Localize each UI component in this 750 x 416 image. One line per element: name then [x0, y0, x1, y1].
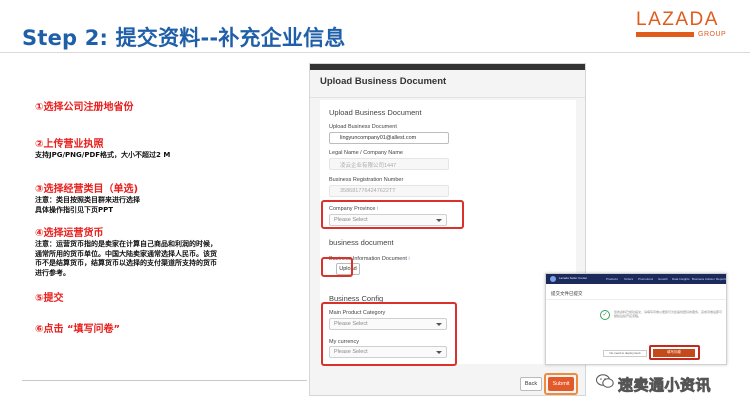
step-3-note-1: 注意：类目按照类目群来进行选择: [35, 196, 140, 204]
step-4-note-2: 通常所用的货币单位。中国大陆卖家通常选择人民币。该货: [35, 249, 217, 258]
inset-page-title: 提交文件已提交: [551, 291, 583, 296]
step-4-note-1: 注意：运营货币指的是卖家在计算自己商品和利润的时候，: [35, 240, 217, 248]
highlight-questionnaire: [649, 345, 700, 360]
inset-nav-item[interactable]: Products: [606, 277, 618, 281]
inset-logo-icon: [550, 276, 556, 282]
section-upload-title: Upload Business Document: [329, 108, 422, 117]
wechat-icon: [596, 374, 614, 388]
highlight-province: [321, 200, 464, 229]
email-label: Upload Business Document: [329, 124, 397, 130]
inset-nav-item[interactable]: Reports: [716, 277, 726, 281]
inset-message: 您的资料已成功提交，请填写问卷以便我们为您提供更好的服务，完成问卷后即可继续后续…: [614, 310, 723, 318]
inset-nav-brand: Lazada Seller Center: [559, 276, 588, 280]
step-4-heading: ④选择运营货币: [35, 228, 104, 239]
email-field[interactable]: lingyuncompany01@allest.com: [329, 132, 449, 144]
reg-number-label: Business Registration Number: [329, 177, 404, 183]
step-2-note: 支持JPG/PNG/PDF格式，大小不超过2 M: [35, 151, 171, 159]
inset-secondary-button[interactable]: No need to deployment: [603, 350, 647, 357]
highlight-upload: [321, 257, 353, 277]
inset-divider: [546, 299, 726, 300]
inset-confirmation-screenshot: Lazada Seller Center Products Orders Pro…: [545, 273, 727, 365]
title-divider: [0, 52, 750, 53]
inset-nav-bar: Lazada Seller Center Products Orders Pro…: [546, 274, 726, 284]
step-5: ⑤提交: [35, 292, 63, 305]
section-business-document-title: business document: [329, 238, 394, 247]
step-6: ⑥点击 “填写问卷”: [35, 323, 120, 336]
highlight-business-config: [321, 302, 457, 366]
inset-nav-item[interactable]: Business Advisor: [692, 277, 715, 281]
legal-name-label: Legal Name / Company Name: [329, 150, 403, 156]
logo-wordmark: LAZADA: [636, 9, 719, 30]
slide-title: Step 2: 提交资料--补充企业信息: [22, 26, 346, 50]
step-4-note-4: 进行参考。: [35, 268, 70, 277]
legal-name-field: 凌云企业有限公司1447: [329, 158, 449, 170]
step-2: ②上传营业执照 支持JPG/PNG/PDF格式，大小不超过2 M: [35, 138, 170, 161]
step-1-heading: ①选择公司注册地省份: [35, 102, 134, 113]
back-button[interactable]: Back: [520, 377, 542, 391]
watermark: 速卖通小资讯: [596, 370, 746, 398]
step-1: ①选择公司注册地省份: [35, 101, 133, 114]
reg-number-field: 3586817764247622TT: [329, 185, 449, 197]
inset-nav-item[interactable]: Data Insights: [672, 277, 690, 281]
step-3-note-2: 具体操作指引见下页PPT: [35, 205, 114, 214]
watermark-text: 速卖通小资讯: [618, 376, 712, 395]
info-icon: i: [408, 256, 410, 262]
bottom-divider: [22, 380, 307, 381]
logo-bar: [636, 32, 694, 37]
step-4: ④选择运营货币 注意：运营货币指的是卖家在计算自己商品和利润的时候， 通常所用的…: [35, 227, 217, 278]
step-2-heading: ②上传营业执照: [35, 139, 104, 150]
step-3: ③选择经营类目（单选) 注意：类目按照类目群来进行选择 具体操作指引见下页PPT: [35, 183, 140, 215]
step-4-note-3: 币不是结算货币，结算货币以选择的支付渠道所支持的货币: [35, 259, 217, 267]
inset-nav-item[interactable]: Orders: [624, 277, 633, 281]
step-3-heading: ③选择经营类目（单选): [35, 184, 139, 195]
lazada-logo: LAZADA GROUP: [636, 10, 728, 40]
inset-nav-item[interactable]: Growth: [658, 277, 668, 281]
inset-nav-item[interactable]: Promotions: [638, 277, 653, 281]
step-5-heading: ⑤提交: [35, 293, 64, 304]
step-6-heading: ⑥点击 “填写问卷”: [35, 324, 121, 335]
check-circle-icon: ✓: [600, 310, 610, 320]
window-title: Upload Business Document: [310, 70, 585, 98]
logo-group-text: GROUP: [698, 31, 727, 38]
highlight-submit: [544, 373, 578, 395]
